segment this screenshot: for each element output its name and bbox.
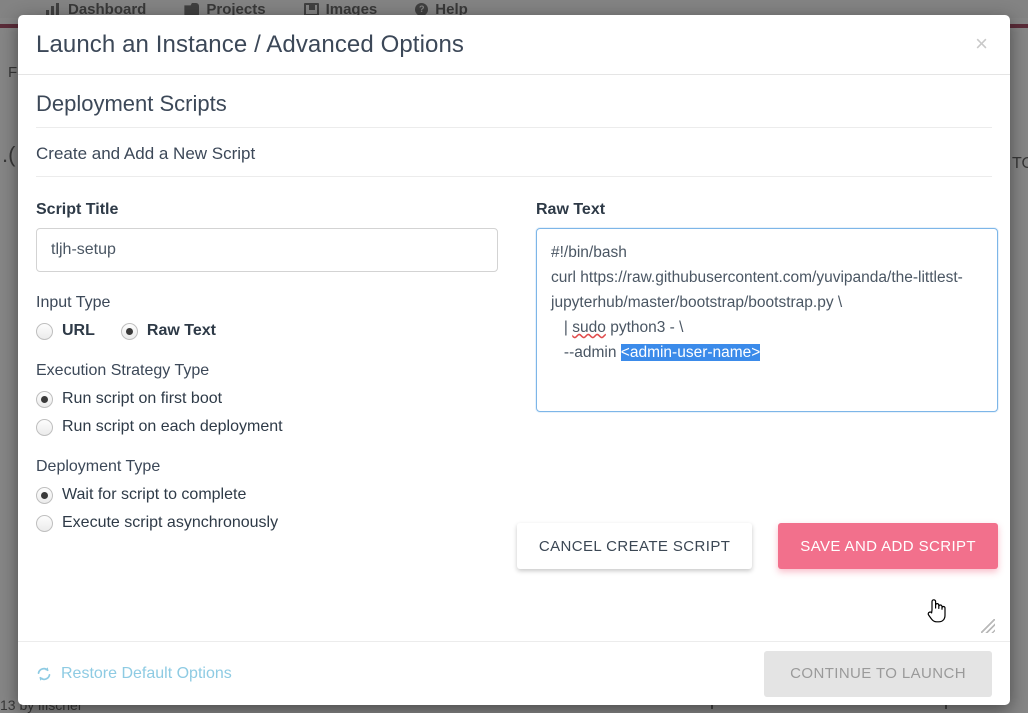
raw-text-line-3-rest: python3 - \ [606,319,684,336]
script-form-left-column: Script Title Input Type URL Raw Text Exe… [36,201,498,542]
refresh-icon [36,666,52,682]
save-and-add-script-button[interactable]: SAVE AND ADD SCRIPT [778,523,998,569]
radio-run-on-each-deployment[interactable]: Run script on each deployment [36,418,498,436]
radio-run-on-first-boot[interactable]: Run script on first boot [36,390,498,408]
radio-input-type-url-label: URL [62,322,95,340]
raw-text-label: Raw Text [536,201,998,219]
modal-header: Launch an Instance / Advanced Options × [18,15,1010,75]
radio-dot-icon [36,391,53,408]
script-title-label: Script Title [36,201,498,219]
radio-execute-async[interactable]: Execute script asynchronously [36,514,498,532]
textarea-resize-handle[interactable] [981,619,995,633]
deployment-type-label: Deployment Type [36,458,498,476]
cancel-create-script-button[interactable]: CANCEL CREATE SCRIPT [517,523,752,569]
raw-text-line-2: curl https://raw.githubusercontent.com/y… [551,269,963,311]
raw-text-line-3-misspelled: sudo [572,319,606,336]
radio-execute-async-label: Execute script asynchronously [62,514,278,532]
modal-footer: Restore Default Options CONTINUE TO LAUN… [18,641,1010,705]
deployment-type-radio-group: Wait for script to complete Execute scri… [36,486,498,532]
page-title: Launch an Instance / Advanced Options [36,31,464,59]
radio-run-on-each-deployment-label: Run script on each deployment [62,418,283,436]
radio-dot-icon [36,515,53,532]
input-type-radio-group: URL Raw Text [36,322,498,340]
raw-text-line-4-indent: --admin [551,344,621,361]
script-action-buttons: CANCEL CREATE SCRIPT SAVE AND ADD SCRIPT [517,523,998,569]
advanced-options-modal: Launch an Instance / Advanced Options × … [18,15,1010,705]
raw-text-textarea[interactable]: #!/bin/bash curl https://raw.githubuserc… [536,228,998,412]
raw-text-selected-token: <admin-user-name> [621,344,761,361]
raw-text-line-1: #!/bin/bash [551,244,627,261]
continue-to-launch-button[interactable]: CONTINUE TO LAUNCH [764,651,992,697]
close-icon[interactable]: × [969,29,994,59]
radio-wait-for-script[interactable]: Wait for script to complete [36,486,498,504]
radio-wait-for-script-label: Wait for script to complete [62,486,246,504]
radio-dot-icon [36,323,53,340]
restore-default-options-link[interactable]: Restore Default Options [36,665,232,683]
radio-input-type-url[interactable]: URL [36,322,95,340]
script-form-right-column: Raw Text #!/bin/bash curl https://raw.gi… [536,201,998,542]
script-title-input[interactable] [36,228,498,272]
subsection-title-create-script: Create and Add a New Script [36,128,992,177]
execution-strategy-label: Execution Strategy Type [36,362,498,380]
radio-dot-icon [36,419,53,436]
radio-run-on-first-boot-label: Run script on first boot [62,390,222,408]
restore-default-options-label: Restore Default Options [61,665,232,683]
radio-dot-icon [121,323,138,340]
radio-input-type-raw-text[interactable]: Raw Text [121,322,216,340]
modal-body: Deployment Scripts Create and Add a New … [18,75,1010,641]
radio-input-type-raw-text-label: Raw Text [147,322,216,340]
radio-dot-icon [36,487,53,504]
raw-text-line-3-indent: | [551,319,572,336]
input-type-label: Input Type [36,294,498,312]
execution-strategy-radio-group: Run script on first boot Run script on e… [36,390,498,436]
script-form: Script Title Input Type URL Raw Text Exe… [36,177,992,542]
section-title-deployment-scripts: Deployment Scripts [36,75,992,128]
